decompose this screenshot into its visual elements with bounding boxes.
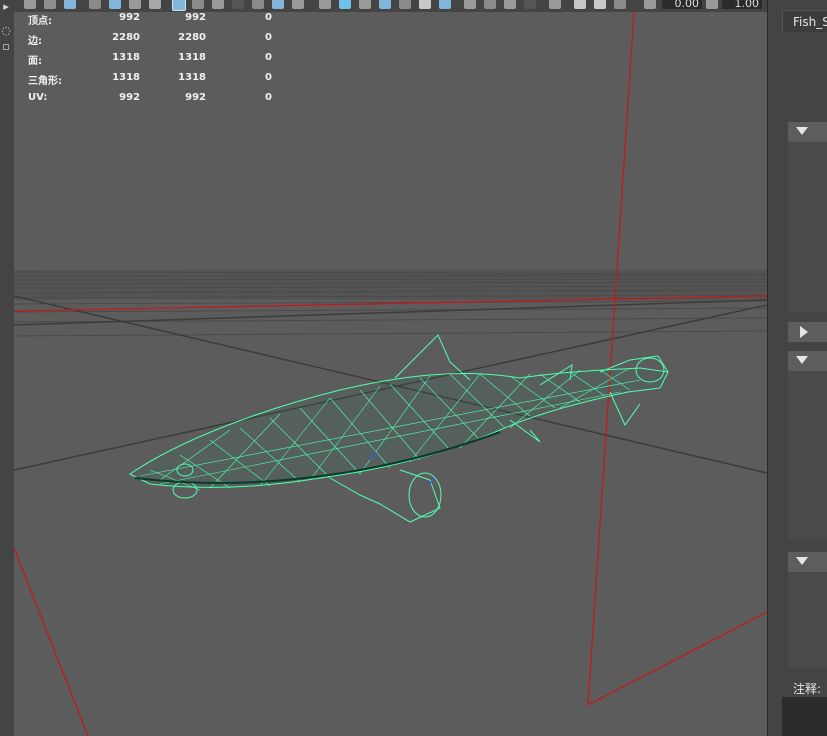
left-tool-strip: ▸ ◌ ▫ [0, 0, 15, 736]
isolate-select-icon[interactable] [549, 0, 561, 9]
ambient-occlusion-icon[interactable] [464, 0, 476, 9]
lasso-tool-icon[interactable]: ◌ [0, 24, 12, 38]
3d-viewport[interactable] [14, 12, 767, 736]
hud-value: 992 [185, 92, 206, 103]
expand-arrow-icon [800, 326, 808, 338]
xray-active-icon[interactable] [594, 0, 606, 9]
hud-row-edges: 边: 2280 2280 0 [14, 28, 284, 48]
section-body-3 [788, 371, 827, 541]
hud-row-faces: 面: 1318 1318 0 [14, 48, 284, 68]
gamma-icon[interactable] [706, 0, 718, 9]
depth-of-field-icon[interactable] [524, 0, 536, 9]
hud-label: UV: [28, 92, 48, 103]
hud-row-vertices: 顶点: 992 992 0 [14, 8, 284, 28]
motion-blur-icon[interactable] [484, 0, 496, 9]
sub-d-icon[interactable] [614, 0, 626, 9]
default-material-icon[interactable] [359, 0, 371, 9]
anti-alias-icon[interactable] [504, 0, 516, 9]
xray-joints-icon[interactable] [574, 0, 586, 9]
hud-value: 0 [265, 92, 272, 103]
paint-tool-icon[interactable]: ▫ [0, 40, 12, 54]
gamma-field[interactable]: 1.00 [722, 0, 762, 10]
hud-value: 2280 [178, 32, 206, 43]
hud-value: 1318 [178, 72, 206, 83]
hud-value: 0 [265, 12, 272, 23]
collapse-arrow-icon [796, 557, 808, 565]
wireframe-icon[interactable] [319, 0, 331, 9]
hud-value: 992 [119, 92, 140, 103]
hud-label: 面: [28, 56, 42, 67]
shadows-icon[interactable] [439, 0, 451, 9]
exposure-field[interactable]: 0.00 [662, 0, 702, 10]
smooth-shade-icon[interactable] [339, 0, 351, 9]
lights-icon[interactable] [419, 0, 431, 9]
hud-value: 1318 [112, 52, 140, 63]
hud-row-triangles: 三角形: 1318 1318 0 [14, 68, 284, 88]
collapse-arrow-icon [796, 356, 808, 364]
collapse-arrow-icon [796, 127, 808, 135]
hud-value: 0 [265, 52, 272, 63]
hud-value: 992 [119, 12, 140, 23]
hud-label: 三角形: [28, 76, 62, 87]
poly-count-hud: 顶点: 992 992 0 边: 2280 2280 0 面: 1318 131… [14, 8, 284, 108]
hud-value: 0 [265, 32, 272, 43]
hud-label: 顶点: [28, 16, 52, 27]
section-body-4 [788, 572, 827, 668]
safe-title-icon[interactable] [292, 0, 304, 9]
section-body-1 [788, 142, 827, 312]
section-header-4[interactable] [788, 552, 827, 572]
shark-wireframe [129, 334, 669, 523]
notes-label: 注释: [793, 682, 822, 696]
hud-value: 1318 [112, 72, 140, 83]
xray-icon[interactable] [399, 0, 411, 9]
textured-icon[interactable] [379, 0, 391, 9]
maya-window: ▸ ◌ ▫ 0.00 1.00 顶点: 992 992 0 边: 2280 22… [0, 0, 827, 736]
node-tab[interactable]: Fish_S [782, 10, 827, 32]
section-header-2[interactable] [788, 322, 827, 342]
exposure-icon[interactable] [644, 0, 656, 9]
hud-label: 边: [28, 36, 42, 47]
hud-value: 1318 [178, 52, 206, 63]
hud-value: 0 [265, 72, 272, 83]
section-header-3[interactable] [788, 351, 827, 371]
attribute-editor-panel: Fish_S 注释: [767, 0, 827, 736]
section-header-1[interactable] [788, 122, 827, 142]
hud-row-uvs: UV: 992 992 0 [14, 88, 284, 108]
hud-value: 992 [185, 12, 206, 23]
viewport-scene [14, 12, 767, 736]
notes-textarea[interactable] [782, 697, 827, 736]
select-tool-icon[interactable]: ▸ [0, 0, 12, 14]
hud-value: 2280 [112, 32, 140, 43]
